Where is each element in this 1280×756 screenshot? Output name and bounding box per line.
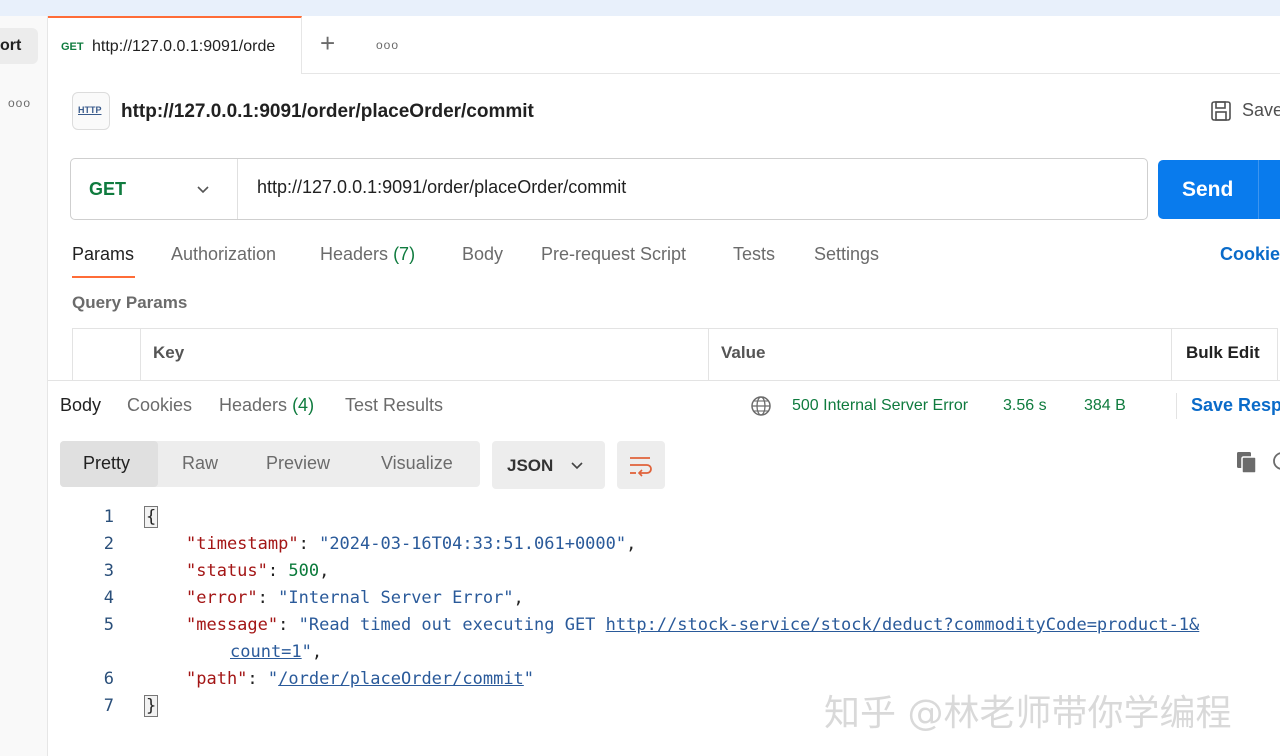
resp-tab-headers-count: (4) <box>292 395 315 415</box>
left-sidebar: ort ooo <box>0 16 48 756</box>
tab-authorization[interactable]: Authorization <box>171 244 276 265</box>
status-code[interactable]: 500 Internal Server Error <box>792 397 968 415</box>
resp-tab-cookies[interactable]: Cookies <box>127 395 192 416</box>
tab-headers[interactable]: Headers (7) <box>320 244 415 265</box>
json-key-error: "error" <box>186 588 258 608</box>
send-button[interactable]: Send <box>1158 160 1280 219</box>
watermark: 知乎 @林老师带你学编程 <box>824 693 1232 734</box>
tab-url-label: http://127.0.0.1:9091/orde <box>92 38 276 55</box>
wrap-lines-icon <box>630 457 652 477</box>
url-bar: GET <box>70 158 1148 220</box>
tab-more-icon[interactable]: ooo <box>376 38 399 52</box>
json-value-message: "Read timed out executing GET <box>298 615 606 635</box>
resp-tab-test-results[interactable]: Test Results <box>345 395 443 416</box>
request-tab-bar: GET http://127.0.0.1:9091/orde + ooo <box>48 16 1280 74</box>
language-label: JSON <box>507 456 554 475</box>
line-number: 1 <box>103 507 114 527</box>
new-tab-plus-icon[interactable]: + <box>320 30 335 56</box>
json-key-path: "path" <box>186 669 248 689</box>
message-link-continued[interactable]: count=1 <box>230 642 302 662</box>
wrap-lines-button[interactable] <box>617 441 665 489</box>
close-brace: } <box>144 695 159 717</box>
resp-tab-headers[interactable]: Headers (4) <box>219 395 314 416</box>
active-tab-underline <box>72 276 135 278</box>
query-params-title: Query Params <box>72 293 188 312</box>
http-request-icon: HTTP <box>72 92 110 130</box>
value-column-header: Value <box>709 329 1172 381</box>
tab-params[interactable]: Params <box>72 244 134 265</box>
language-select[interactable]: JSON <box>492 441 605 489</box>
chevron-down-icon <box>571 462 583 470</box>
response-size[interactable]: 384 B <box>1084 397 1126 415</box>
json-key-message: "message" <box>186 615 279 635</box>
tab-tests[interactable]: Tests <box>733 244 775 265</box>
sidebar-more-icon[interactable]: ooo <box>8 96 31 110</box>
message-link[interactable]: http://stock-service/stock/deduct?commod… <box>606 615 1200 635</box>
path-link[interactable]: /order/placeOrder/commit <box>278 669 524 689</box>
send-split-divider <box>1258 160 1259 219</box>
sidebar-tab-export[interactable]: ort <box>0 28 38 64</box>
line-number: 6 <box>103 669 114 689</box>
query-params-table: Key Value Bulk Edit <box>72 328 1278 381</box>
open-brace: { <box>144 506 159 528</box>
method-select[interactable]: GET <box>71 159 238 219</box>
save-button[interactable]: Save <box>1210 100 1280 122</box>
json-key-status: "status" <box>186 561 268 581</box>
line-number: 5 <box>103 615 114 635</box>
line-number: 7 <box>103 696 114 716</box>
json-value-error: "Internal Server Error" <box>278 588 514 608</box>
save-label: Save <box>1242 100 1280 120</box>
format-visualize[interactable]: Visualize <box>381 453 453 474</box>
search-icon[interactable] <box>1270 451 1280 473</box>
tab-headers-label: Headers <box>320 244 389 264</box>
resp-tab-body[interactable]: Body <box>60 395 101 416</box>
path-close-quote: " <box>523 669 535 689</box>
resp-tab-headers-label: Headers <box>219 395 288 415</box>
path-open-quote: " <box>267 669 279 689</box>
tab-body[interactable]: Body <box>462 244 503 265</box>
message-close-quote: " <box>301 642 312 662</box>
request-title[interactable]: http://127.0.0.1:9091/order/placeOrder/c… <box>121 101 534 123</box>
line-number: 3 <box>103 561 114 581</box>
save-disk-icon <box>1211 101 1231 122</box>
tab-request-active[interactable]: GET http://127.0.0.1:9091/orde <box>48 16 302 74</box>
save-response-button[interactable]: Save Response <box>1191 395 1280 416</box>
globe-icon[interactable] <box>750 395 772 417</box>
key-column-header: Key <box>141 329 709 381</box>
cookies-link[interactable]: Cookie <box>1220 244 1280 265</box>
url-input[interactable] <box>257 177 1117 198</box>
tab-method-label: GET <box>61 41 84 53</box>
status-divider <box>1176 393 1177 419</box>
format-preview[interactable]: Preview <box>266 453 330 474</box>
line-number: 4 <box>103 588 114 608</box>
format-pretty[interactable]: Pretty <box>83 453 130 474</box>
window-top-strip <box>0 0 1280 16</box>
chevron-down-icon <box>197 186 209 194</box>
json-value-status: 500 <box>288 561 320 581</box>
format-raw[interactable]: Raw <box>182 453 218 474</box>
response-time[interactable]: 3.56 s <box>1003 397 1047 415</box>
send-label: Send <box>1182 178 1234 201</box>
json-key-timestamp: "timestamp" <box>186 534 299 554</box>
tab-pre-request-script[interactable]: Pre-request Script <box>541 244 686 265</box>
line-number: 2 <box>103 534 114 554</box>
tab-settings[interactable]: Settings <box>814 244 879 265</box>
bulk-edit-button[interactable]: Bulk Edit <box>1172 329 1278 381</box>
tab-headers-count: (7) <box>393 244 416 264</box>
checkbox-column-header <box>73 329 141 381</box>
json-value-timestamp: "2024-03-16T04:33:51.061+0000" <box>319 534 627 554</box>
method-label: GET <box>89 179 127 199</box>
copy-icon[interactable] <box>1236 451 1258 475</box>
format-toggle-group: Pretty Raw Preview Visualize <box>60 441 480 487</box>
